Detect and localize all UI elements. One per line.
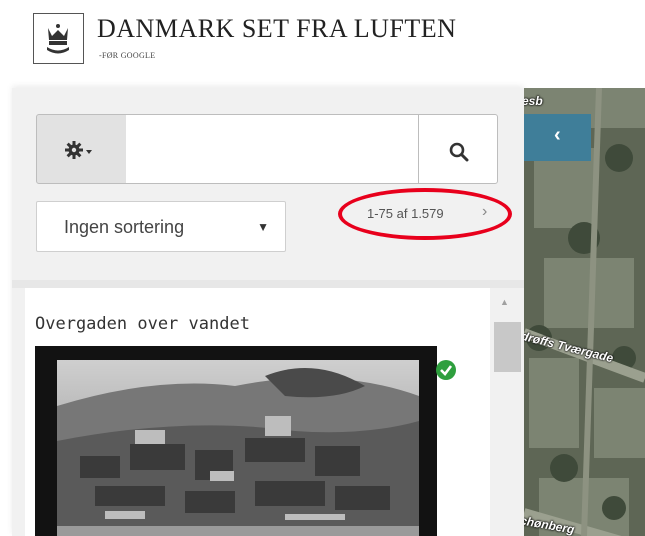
map-street-label: esb [524, 94, 543, 108]
check-icon [436, 360, 456, 380]
gear-dropdown-icon [65, 141, 92, 159]
search-icon [449, 142, 469, 162]
sort-select[interactable]: Ingen sortering ▼ [36, 201, 286, 252]
result-item-photo[interactable] [35, 346, 437, 536]
search-input[interactable] [126, 114, 419, 184]
settings-dropdown-button[interactable] [36, 114, 127, 184]
chevron-left-icon: ‹ [554, 124, 561, 146]
scrollbar-thumb[interactable] [494, 322, 521, 372]
scroll-up-icon[interactable]: ▲ [500, 297, 509, 307]
site-header: DANMARK SET FRA LUFTEN -FØR GOOGLE [0, 0, 645, 88]
section-divider [12, 280, 524, 288]
search-button[interactable] [418, 114, 498, 184]
sort-selected-label: Ingen sortering [64, 217, 185, 237]
chevron-down-icon: ▼ [257, 220, 269, 234]
highlight-annotation [338, 188, 512, 240]
result-item-title[interactable]: Overgaden over vandet [35, 314, 250, 334]
site-title[interactable]: DANMARK SET FRA LUFTEN [97, 14, 456, 44]
crown-crest-icon[interactable] [33, 13, 84, 64]
collapse-sidebar-button[interactable]: ‹ [524, 114, 591, 161]
site-subtitle: -FØR GOOGLE [99, 51, 156, 60]
